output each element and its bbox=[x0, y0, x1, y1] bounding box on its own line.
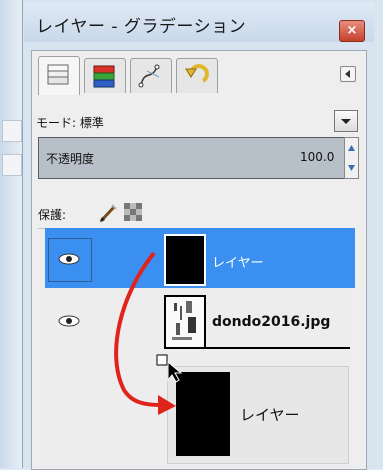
tab-paths[interactable] bbox=[130, 58, 172, 93]
background-scrap bbox=[2, 120, 22, 142]
tab-menu-button[interactable] bbox=[340, 66, 356, 82]
menu-triangle-icon bbox=[345, 70, 350, 78]
layers-stack-icon bbox=[47, 64, 69, 85]
mode-dropdown-button[interactable] bbox=[334, 110, 358, 132]
layer-name[interactable]: レイヤー bbox=[212, 252, 264, 271]
background-window-edge bbox=[0, 0, 22, 468]
red-arrow-annotation bbox=[114, 251, 176, 415]
eye-icon bbox=[58, 253, 80, 265]
spinner-arrows-icon bbox=[348, 145, 355, 171]
opacity-spinner[interactable] bbox=[344, 137, 359, 179]
lock-label: 保護: bbox=[38, 208, 67, 222]
undo-history-icon bbox=[185, 64, 209, 83]
background-scrap bbox=[2, 154, 22, 176]
mode-label: モード: 標準 bbox=[36, 116, 104, 130]
paths-icon bbox=[138, 64, 160, 88]
opacity-value: 100.0 bbox=[300, 150, 335, 164]
layer-name[interactable]: dondo2016.jpg bbox=[212, 314, 330, 330]
lock-pixels-icon[interactable] bbox=[98, 203, 118, 223]
drop-indicator bbox=[170, 347, 350, 349]
close-button[interactable]: × bbox=[339, 20, 365, 42]
chevron-down-icon bbox=[341, 119, 351, 124]
tab-undo-history[interactable] bbox=[176, 58, 218, 93]
lock-alpha-icon[interactable] bbox=[124, 203, 142, 221]
eye-icon[interactable] bbox=[58, 314, 80, 328]
dock-tabs bbox=[38, 52, 360, 95]
window-title: レイヤー - グラデーション bbox=[36, 17, 247, 37]
drag-preview-label: レイヤー bbox=[240, 406, 300, 424]
tab-channels[interactable] bbox=[84, 58, 126, 93]
opacity-label: 不透明度 bbox=[46, 152, 95, 166]
tab-layers[interactable] bbox=[38, 56, 80, 95]
color-channels-icon bbox=[93, 65, 115, 88]
